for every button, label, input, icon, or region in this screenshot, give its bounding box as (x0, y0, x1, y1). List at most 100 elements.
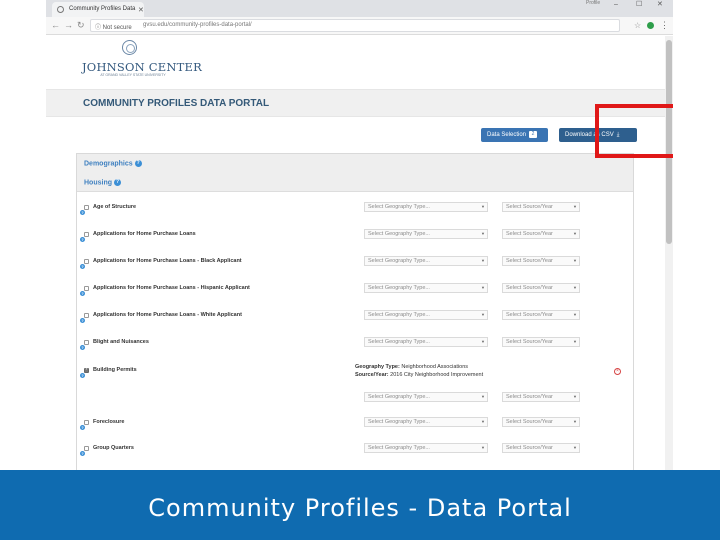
remove-selection-icon[interactable]: × (614, 368, 621, 375)
reload-icon[interactable]: ↻ (77, 20, 85, 31)
dropdown-arrow-icon: ▼ (481, 204, 485, 209)
close-window-icon[interactable]: ✕ (657, 1, 663, 9)
dataset-checkbox[interactable] (84, 286, 89, 291)
select-placeholder: Select Geography Type... (368, 394, 430, 400)
geography-type-select[interactable]: Select Geography Type... ▼ (364, 417, 488, 427)
dataset-checkbox[interactable] (84, 259, 89, 264)
close-tab-icon[interactable]: ✕ (138, 7, 144, 14)
dataset-label[interactable]: Applications for Home Purchase Loans - B… (93, 258, 242, 264)
dataset-row: Applications for Home Purchase Loans - H… (77, 283, 633, 305)
profile-label[interactable]: Profile (586, 0, 600, 6)
source-year-select[interactable]: Select Source/Year ▼ (502, 310, 580, 320)
info-icon[interactable]: ? (114, 179, 121, 186)
url-field[interactable]: ⓘ Not secure gvsu.edu/community-profiles… (90, 19, 620, 32)
dropdown-arrow-icon: ▼ (573, 258, 577, 263)
dataset-label[interactable]: Age of Structure (93, 204, 136, 210)
info-icon[interactable]: ? (134, 160, 142, 167)
dataset-label[interactable]: Foreclosure (93, 419, 124, 425)
dataset-checkbox[interactable] (84, 366, 89, 373)
maximize-icon[interactable]: ☐ (636, 1, 642, 9)
geography-type-select[interactable]: Select Geography Type... ▼ (364, 256, 488, 266)
dataset-label[interactable]: Blight and Nuisances (93, 339, 149, 345)
data-selection-button[interactable]: Data Selection 2 (481, 128, 548, 142)
not-secure-indicator[interactable]: ⓘ Not secure (95, 22, 132, 31)
info-icon[interactable]: ? (80, 237, 85, 243)
bookmark-star-icon[interactable]: ☆ (634, 21, 641, 30)
info-icon[interactable]: ? (80, 318, 85, 324)
geography-type-select[interactable]: Select Geography Type... ▼ (364, 310, 488, 320)
select-placeholder: Select Source/Year (506, 419, 553, 425)
highlight-box (595, 104, 673, 158)
category-heading[interactable]: Demographics? (84, 160, 142, 167)
page-scrollbar[interactable] (665, 36, 673, 470)
geography-type-select[interactable]: Select Geography Type... ▼ (364, 202, 488, 212)
back-icon[interactable]: ← (51, 20, 60, 31)
johnson-center-logo[interactable]: JOHNSON CENTER AT GRAND VALLEY STATE UNI… (82, 40, 202, 80)
dataset-checkbox[interactable] (84, 205, 89, 210)
select-placeholder: Select Geography Type... (368, 419, 430, 425)
dataset-checkbox[interactable] (84, 420, 89, 425)
dataset-label[interactable]: Building Permits (93, 367, 137, 373)
info-icon[interactable]: ? (80, 345, 85, 351)
dropdown-arrow-icon: ▼ (481, 419, 485, 424)
dataset-checkbox[interactable] (84, 340, 89, 345)
page-title: COMMUNITY PROFILES DATA PORTAL (83, 98, 270, 109)
select-placeholder: Select Geography Type... (368, 312, 430, 318)
info-icon[interactable]: ? (80, 451, 85, 457)
dropdown-arrow-icon: ▼ (481, 312, 485, 317)
source-year-select[interactable]: Select Source/Year ▼ (502, 256, 580, 266)
browser-menu-icon[interactable]: ⋮ (660, 20, 669, 30)
select-placeholder: Select Source/Year (506, 339, 553, 345)
dataset-checkbox[interactable] (84, 446, 89, 451)
dataset-row: Group Quarters? Select Geography Type... ▼… (77, 443, 633, 465)
select-placeholder: Select Source/Year (506, 394, 553, 400)
dropdown-arrow-icon: ▼ (481, 394, 485, 399)
extension-icon[interactable] (647, 22, 654, 29)
dropdown-arrow-icon: ▼ (573, 312, 577, 317)
source-year-select[interactable]: Select Source/Year ▼ (502, 337, 580, 347)
dataset-label[interactable]: Applications for Home Purchase Loans (93, 231, 196, 237)
dropdown-arrow-icon: ▼ (573, 285, 577, 290)
info-icon[interactable]: ? (80, 373, 85, 379)
source-year-select[interactable]: Select Source/Year ▼ (502, 443, 580, 453)
dropdown-arrow-icon: ▼ (573, 419, 577, 424)
page-favicon-icon (57, 6, 64, 13)
dataset-row: Applications for Home Purchase Loans? Sel… (77, 229, 633, 251)
geography-type-select[interactable]: Select Geography Type... ▼ (364, 229, 488, 239)
source-year-select[interactable]: Select Source/Year ▼ (502, 283, 580, 293)
dropdown-arrow-icon: ▼ (481, 339, 485, 344)
source-year-select[interactable]: Select Source/Year ▼ (502, 202, 580, 212)
select-placeholder: Select Source/Year (506, 231, 553, 237)
slide-footer: Community Profiles - Data Portal (0, 470, 720, 540)
panel-header: Demographics? Housing? (77, 154, 633, 192)
dataset-row: Foreclosure? Select Geography Type... ▼ Sel… (77, 417, 633, 439)
info-icon[interactable]: ? (80, 210, 85, 216)
source-year-select[interactable]: Select Source/Year ▼ (502, 392, 580, 402)
dataset-checkbox[interactable] (84, 232, 89, 237)
source-year-select[interactable]: Select Source/Year ▼ (502, 229, 580, 239)
seal-emblem-icon (122, 40, 137, 55)
info-icon[interactable]: ? (80, 264, 85, 270)
subcategory-heading[interactable]: Housing? (84, 179, 121, 186)
dataset-row: Applications for Home Purchase Loans - B… (77, 256, 633, 278)
geography-type-select[interactable]: Select Geography Type... ▼ (364, 443, 488, 453)
dataset-checkbox[interactable] (84, 313, 89, 318)
info-icon[interactable]: ? (80, 425, 85, 431)
source-year-select[interactable]: Select Source/Year ▼ (502, 417, 580, 427)
info-icon[interactable]: ? (80, 291, 85, 297)
geography-type-select[interactable]: Select Geography Type... ▼ (364, 283, 488, 293)
browser-tab[interactable]: Community Profiles Data ✕ (52, 2, 144, 17)
dataset-label[interactable]: Applications for Home Purchase Loans - W… (93, 312, 242, 318)
dropdown-arrow-icon: ▼ (573, 394, 577, 399)
minimize-icon[interactable]: – (614, 1, 618, 9)
dropdown-arrow-icon: ▼ (481, 231, 485, 236)
forward-icon[interactable]: → (64, 20, 73, 31)
building-permits-selects: Select Geography Type... ▼ Select Source/Y… (77, 392, 633, 414)
logo-subtitle: AT GRAND VALLEY STATE UNIVERSITY (100, 73, 166, 77)
geography-type-select[interactable]: Select Geography Type... ▼ (364, 392, 488, 402)
geography-type-select[interactable]: Select Geography Type... ▼ (364, 337, 488, 347)
dataset-row: Age of Structure? Select Geography Type..… (77, 202, 633, 224)
dropdown-arrow-icon: ▼ (573, 231, 577, 236)
dataset-label[interactable]: Applications for Home Purchase Loans - H… (93, 285, 250, 291)
dataset-label[interactable]: Group Quarters (93, 445, 134, 451)
